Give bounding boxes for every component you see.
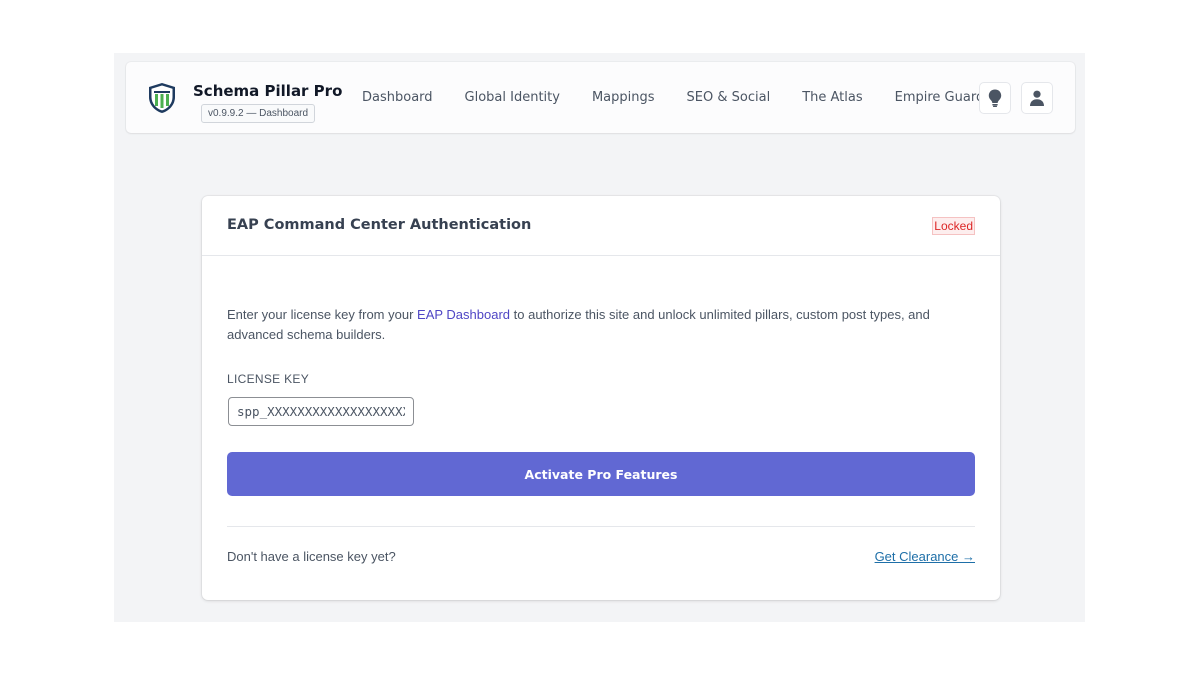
license-key-label: LICENSE KEY — [227, 372, 309, 386]
brand-name: Schema Pillar Pro — [193, 82, 343, 100]
license-key-input[interactable] — [228, 397, 414, 426]
version-badge: v0.9.9.2 — Dashboard — [201, 104, 316, 123]
intro-text: Enter your license key from your EAP Das… — [227, 305, 967, 345]
nav-empire-guard[interactable]: Empire Guard — [895, 90, 985, 105]
top-header: Schema Pillar Pro v0.9.9.2 — Dashboard D… — [126, 62, 1075, 133]
tips-button[interactable] — [979, 82, 1011, 114]
card-title: EAP Command Center Authentication — [227, 217, 532, 233]
intro-text-before: Enter your license key from your — [227, 307, 418, 322]
nav-mappings[interactable]: Mappings — [592, 90, 655, 105]
get-clearance-link[interactable]: Get Clearance → — [875, 549, 975, 564]
card-header: EAP Command Center Authentication Locked — [202, 196, 1000, 256]
lightbulb-icon — [988, 89, 1002, 107]
user-icon — [1030, 90, 1044, 106]
eap-dashboard-link[interactable]: EAP Dashboard — [417, 307, 510, 322]
no-license-note: Don't have a license key yet? — [227, 549, 396, 564]
account-button[interactable] — [1021, 82, 1053, 114]
nav-seo-social[interactable]: SEO & Social — [687, 90, 771, 105]
nav-global-identity[interactable]: Global Identity — [465, 90, 560, 105]
activate-pro-button[interactable]: Activate Pro Features — [227, 452, 975, 496]
app-frame: Schema Pillar Pro v0.9.9.2 — Dashboard D… — [114, 53, 1085, 622]
status-badge: Locked — [932, 217, 975, 235]
nav-the-atlas[interactable]: The Atlas — [802, 90, 862, 105]
nav-dashboard[interactable]: Dashboard — [362, 90, 433, 105]
divider — [227, 526, 975, 527]
auth-card: EAP Command Center Authentication Locked… — [202, 196, 1000, 600]
shield-logo-icon — [149, 83, 175, 113]
main-nav: Dashboard Global Identity Mappings SEO &… — [362, 62, 1016, 133]
